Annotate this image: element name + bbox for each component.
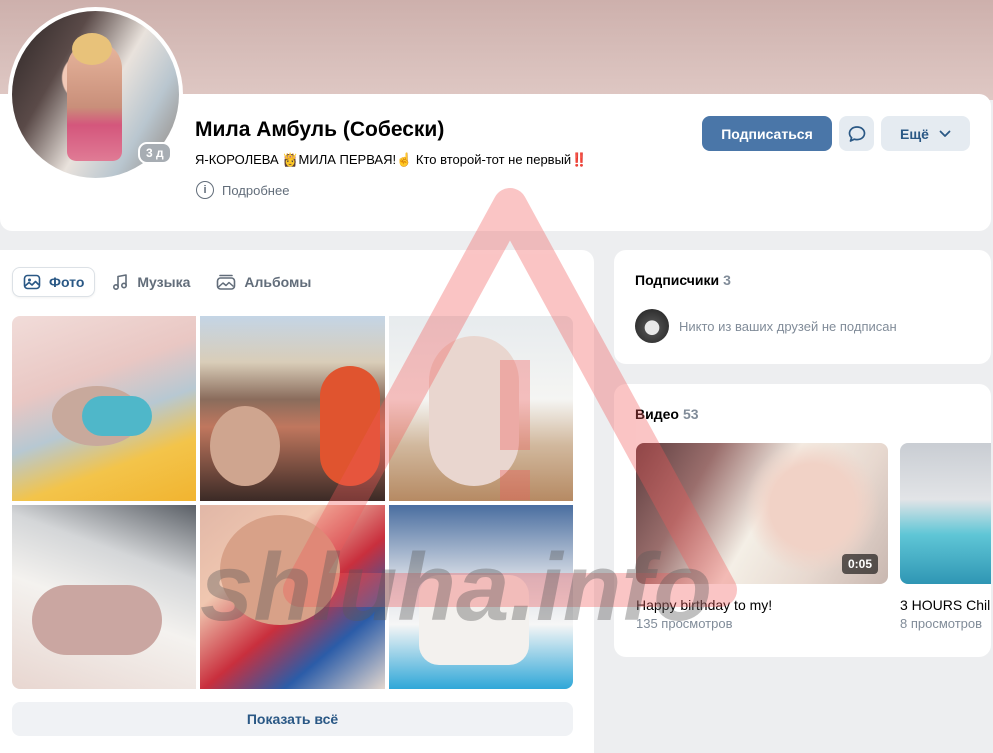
videos-count: 53 bbox=[682, 406, 699, 422]
music-icon bbox=[113, 274, 128, 291]
photo-thumbnail[interactable] bbox=[12, 504, 197, 689]
tab-photos[interactable]: Фото bbox=[12, 267, 96, 297]
video-item[interactable]: 3 HOURS Chil 8 просмотров bbox=[900, 443, 991, 631]
video-thumbnail: 0:05 bbox=[636, 443, 888, 584]
photo-thumbnail[interactable] bbox=[12, 316, 197, 501]
subscribers-count: 3 bbox=[723, 272, 731, 288]
more-dropdown-button[interactable]: Ещё bbox=[881, 116, 970, 151]
subscribers-card: Подписчики 3 Никто из ваших друзей не под… bbox=[614, 250, 991, 364]
photo-thumbnail[interactable] bbox=[388, 316, 573, 501]
chevron-down-icon bbox=[939, 130, 951, 137]
tab-albums[interactable]: Альбомы bbox=[206, 267, 321, 297]
show-all-photos-button[interactable]: Показать всё bbox=[12, 702, 573, 736]
photo-thumbnail[interactable] bbox=[200, 316, 385, 501]
videos-card: Видео 53 0:05 Happy birthday to my! 135 п… bbox=[614, 384, 991, 657]
subscribers-title-label: Подписчики bbox=[635, 272, 720, 288]
photos-card: Фото Музыка Альбомы Показать всё bbox=[0, 250, 594, 753]
video-views: 8 просмотров bbox=[900, 616, 983, 631]
subscribe-button[interactable]: Подписаться bbox=[702, 116, 832, 151]
photo-thumbnail[interactable] bbox=[388, 504, 573, 689]
more-info-label: Подробнее bbox=[222, 182, 290, 198]
subscribers-note: Никто из ваших друзей не подписан bbox=[679, 318, 897, 334]
subscriber-row: Никто из ваших друзей не подписан bbox=[635, 309, 897, 343]
tab-photos-label: Фото bbox=[49, 274, 85, 290]
more-dropdown-label: Ещё bbox=[900, 125, 929, 142]
video-duration: 0:05 bbox=[841, 554, 878, 574]
videos-title-label: Видео bbox=[635, 406, 679, 422]
video-item[interactable]: 0:05 Happy birthday to my! 135 просмотро… bbox=[636, 443, 888, 631]
tab-albums-label: Альбомы bbox=[244, 274, 312, 290]
video-title: 3 HOURS Chil bbox=[900, 597, 991, 613]
media-tabs: Фото Музыка Альбомы bbox=[12, 267, 321, 297]
profile-name: Мила Амбуль (Собески) bbox=[195, 118, 445, 141]
video-title: Happy birthday to my! bbox=[636, 597, 773, 613]
video-views: 135 просмотров bbox=[636, 616, 733, 631]
video-thumbnail bbox=[900, 443, 991, 584]
subscribers-title[interactable]: Подписчики 3 bbox=[635, 272, 731, 288]
message-icon bbox=[848, 125, 865, 142]
photo-thumbnail[interactable] bbox=[200, 504, 385, 689]
photo-grid bbox=[12, 316, 573, 689]
tab-music-label: Музыка bbox=[137, 274, 191, 290]
subscriber-avatar[interactable] bbox=[635, 309, 669, 343]
tab-music[interactable]: Музыка bbox=[101, 267, 200, 297]
online-badge: 3 д bbox=[138, 142, 172, 164]
info-icon: i bbox=[196, 181, 214, 199]
photo-icon bbox=[23, 274, 41, 290]
more-info-link[interactable]: i Подробнее bbox=[196, 181, 289, 199]
message-button[interactable] bbox=[839, 116, 874, 151]
albums-icon bbox=[217, 274, 236, 290]
profile-status: Я-КОРОЛЕВА 👸МИЛА ПЕРВАЯ!☝️ Кто второй-то… bbox=[195, 152, 588, 167]
videos-title[interactable]: Видео 53 bbox=[635, 406, 699, 422]
